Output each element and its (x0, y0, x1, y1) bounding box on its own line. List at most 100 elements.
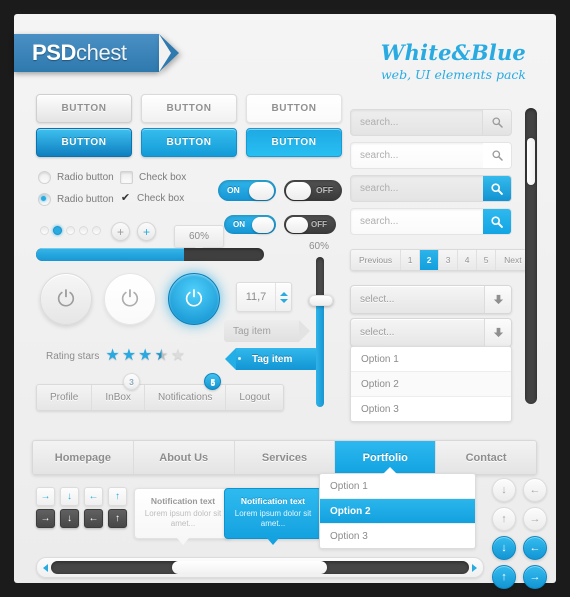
toggle-off-2[interactable]: OFF (284, 215, 336, 234)
arrow-down-icon[interactable]: ↓ (60, 487, 79, 506)
search-input-2[interactable]: search... (351, 150, 483, 161)
arrow-left-icon[interactable]: ← (84, 509, 103, 528)
search-field-blue[interactable]: search... (350, 175, 512, 202)
search-field-white[interactable]: search... (350, 142, 512, 169)
pagination-previous[interactable]: Previous (351, 250, 402, 270)
arrow-down-icon-blue[interactable]: ↓ (492, 536, 516, 560)
plus-button-blue[interactable]: + (137, 222, 156, 241)
checkmark-icon[interactable]: ✔ (120, 193, 131, 204)
chevron-down-icon[interactable] (484, 286, 511, 313)
radio-option-1[interactable]: Radio button (38, 171, 114, 184)
search-icon[interactable] (483, 209, 511, 234)
star-2-filled[interactable]: ★ (122, 348, 136, 364)
notification-bubble-blue[interactable]: Notification text Lorem ipsum dolor sit … (224, 488, 322, 545)
horizontal-scrollbar[interactable] (36, 557, 484, 578)
rating-star-row[interactable]: ★ ★ ★ ★ ★ (105, 348, 185, 364)
pagination-page-1[interactable]: 1 (401, 250, 421, 270)
star-4-half[interactable]: ★ (154, 348, 168, 364)
nav-item-services[interactable]: Services (235, 441, 336, 474)
carousel-dot-4[interactable] (79, 226, 88, 235)
pagination-page-5[interactable]: 5 (477, 250, 497, 270)
vertical-slider-handle[interactable] (309, 295, 333, 306)
vertical-scrollbar-thumb[interactable] (527, 137, 535, 185)
list-item[interactable]: Option 1 (351, 347, 511, 372)
star-1-filled[interactable]: ★ (105, 348, 119, 364)
nav-item-about-us[interactable]: About Us (134, 441, 235, 474)
star-5-empty[interactable]: ★ (171, 348, 185, 364)
stepper-down-icon[interactable] (279, 298, 288, 303)
arrow-left-icon[interactable]: ← (84, 487, 103, 506)
carousel-dot-2-active[interactable] (53, 226, 62, 235)
arrow-down-icon[interactable]: ↓ (492, 478, 516, 502)
carousel-dot-5[interactable] (92, 226, 101, 235)
arrow-right-icon[interactable]: → (36, 509, 55, 528)
checkbox-option-1[interactable]: Check box (120, 171, 186, 184)
vertical-slider[interactable] (309, 257, 333, 407)
search-icon[interactable] (483, 143, 511, 168)
power-button-white[interactable]: ⏻ (104, 273, 156, 325)
arrow-up-icon-blue[interactable]: ↑ (492, 565, 516, 589)
checkbox-option-2[interactable]: ✔ Check box (120, 193, 186, 205)
radio-icon-on[interactable] (38, 193, 51, 206)
tag-item-gray[interactable]: Tag item (224, 320, 310, 342)
arrow-left-icon[interactable]: ← (523, 478, 547, 502)
button-blue-1[interactable]: BUTTON (36, 128, 132, 157)
number-stepper[interactable]: 11,7 (236, 282, 292, 312)
carousel-dot-1[interactable] (40, 226, 49, 235)
select-dropdown-1[interactable]: select... (350, 285, 512, 314)
search-field-blue-alt[interactable]: search... (350, 208, 512, 235)
button-blue-2[interactable]: BUTTON (141, 128, 237, 157)
plus-button-gray[interactable]: + (111, 222, 130, 241)
search-input-1[interactable]: search... (351, 117, 482, 128)
search-input-4[interactable]: search... (351, 216, 483, 227)
button-gray-3[interactable]: BUTTON (246, 94, 342, 123)
tab-inbox[interactable]: InBox 3 (92, 373, 145, 410)
pagination-page-4[interactable]: 4 (458, 250, 478, 270)
scroll-right-arrow-icon[interactable] (472, 563, 477, 572)
vertical-scrollbar[interactable] (525, 108, 537, 404)
search-input-3[interactable]: search... (351, 183, 483, 194)
button-gray-1[interactable]: BUTTON (36, 94, 132, 123)
arrow-right-icon[interactable]: → (523, 507, 547, 531)
list-item[interactable]: Option 3 (351, 397, 511, 421)
stepper-value[interactable]: 11,7 (237, 291, 275, 303)
dropdown-item-2-active[interactable]: Option 2 (320, 499, 475, 524)
arrow-up-icon[interactable]: ↑ (492, 507, 516, 531)
tab-notifications[interactable]: Notifications 5 (145, 373, 227, 410)
button-gray-2[interactable]: BUTTON (141, 94, 237, 123)
search-field-gray[interactable]: search... (350, 109, 512, 136)
arrow-down-icon[interactable]: ↓ (60, 509, 79, 528)
nav-item-contact[interactable]: Contact (436, 441, 536, 474)
pagination-page-3[interactable]: 3 (439, 250, 459, 270)
arrow-up-icon[interactable]: ↑ (108, 487, 127, 506)
stepper-up-icon[interactable] (279, 291, 288, 296)
toggle-on-1[interactable]: ON (218, 180, 276, 201)
dropdown-item-1[interactable]: Option 1 (320, 474, 475, 499)
carousel-dot-3[interactable] (66, 226, 75, 235)
search-icon[interactable] (482, 110, 511, 135)
tag-item-blue[interactable]: Tag item (225, 348, 318, 370)
arrow-right-icon[interactable]: → (36, 487, 55, 506)
select-dropdown-2[interactable]: select... (350, 318, 512, 347)
tab-profile[interactable]: Profile (37, 385, 93, 410)
list-item[interactable]: Option 2 (351, 372, 511, 397)
toggle-off-1[interactable]: OFF (284, 180, 342, 201)
scroll-left-arrow-icon[interactable] (43, 563, 48, 572)
dropdown-item-3[interactable]: Option 3 (320, 524, 475, 548)
progress-bar[interactable] (36, 248, 264, 261)
arrow-up-icon[interactable]: ↑ (108, 509, 127, 528)
radio-option-2[interactable]: Radio button (38, 193, 114, 206)
chevron-down-icon[interactable] (484, 319, 511, 346)
pagination-page-2-active[interactable]: 2 (420, 250, 440, 270)
checkbox-icon-off[interactable] (120, 171, 133, 184)
nav-item-homepage[interactable]: Homepage (33, 441, 134, 474)
horizontal-scrollbar-track[interactable] (51, 561, 469, 574)
toggle-on-2[interactable]: ON (224, 215, 276, 234)
star-3-filled[interactable]: ★ (138, 348, 152, 364)
radio-icon-off[interactable] (38, 171, 51, 184)
arrow-left-icon-blue[interactable]: ← (523, 536, 547, 560)
button-blue-3[interactable]: BUTTON (246, 128, 342, 157)
horizontal-scrollbar-thumb[interactable] (172, 561, 327, 574)
power-button-blue[interactable]: ⏻ (168, 273, 220, 325)
arrow-right-icon-blue[interactable]: → (523, 565, 547, 589)
